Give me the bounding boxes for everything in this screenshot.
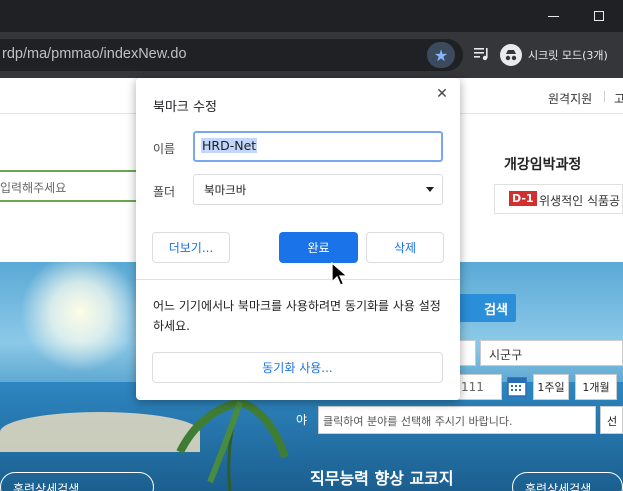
detail-search-label-right: 훈련상세검색: [525, 482, 592, 491]
district-select[interactable]: 시군구: [480, 340, 623, 366]
incognito-icon: [500, 44, 522, 66]
folder-select[interactable]: 북마크바: [193, 174, 443, 205]
search-placeholder: 입력해주세요: [0, 181, 67, 195]
field-select-button[interactable]: 선: [600, 406, 623, 434]
close-icon[interactable]: ✕: [432, 84, 452, 104]
url-text[interactable]: rdp/ma/pmmao/indexNew.do: [2, 46, 187, 62]
more-button[interactable]: 더보기...: [152, 232, 230, 263]
field-label: 야: [296, 413, 308, 427]
remote-support-link[interactable]: 원격지원: [548, 90, 592, 107]
minimize-icon: [547, 15, 559, 17]
folder-label: 폴더: [153, 185, 176, 199]
bookmark-name-input[interactable]: HRD-Net: [193, 131, 443, 162]
maximize-icon: [594, 11, 604, 21]
nav-link-partial[interactable]: 고: [614, 90, 623, 107]
upcoming-courses-title: 개강임박과정: [504, 157, 582, 173]
field-placeholder: 클릭하여 분야를 선택해 주시기 바랍니다.: [323, 415, 513, 428]
done-button[interactable]: 완료: [279, 232, 358, 263]
detail-search-button-left[interactable]: 훈련상세검색: [0, 472, 154, 491]
name-label: 이름: [153, 142, 176, 156]
mouse-cursor-icon: [331, 262, 349, 286]
incognito-indicator[interactable]: 시크릿 모드(3개): [500, 40, 608, 70]
upcoming-course-name: 위생적인 식품공: [539, 194, 621, 208]
folder-select-value: 북마크바: [204, 183, 247, 197]
dialog-title: 북마크 수정: [153, 100, 217, 115]
title-bar: [0, 0, 623, 32]
sync-message: 어느 기기에서나 북마크를 사용하려면 동기화를 사용 설정하세요.: [153, 299, 441, 333]
star-icon: ★: [433, 45, 449, 65]
one-month-button[interactable]: 1개월: [575, 374, 617, 400]
field-select-input[interactable]: 클릭하여 분야를 선택해 주시기 바랍니다.: [318, 406, 596, 434]
address-bar[interactable]: rdp/ma/pmmao/indexNew.do ★: [0, 39, 463, 71]
banner-headline: 직무능력 향상 교코지: [310, 469, 454, 488]
calendar-icon[interactable]: [507, 375, 527, 397]
browser-toolbar: rdp/ma/pmmao/indexNew.do ★ 시크릿 모드(3개): [0, 32, 623, 78]
delete-button[interactable]: 삭제: [366, 232, 444, 263]
detail-search-button-right[interactable]: 훈련상세검색: [512, 472, 623, 491]
chevron-down-icon: [426, 187, 434, 192]
dday-badge: D-1: [509, 191, 537, 206]
course-search-input[interactable]: 입력해주세요: [0, 170, 138, 202]
nav-divider: [604, 91, 605, 102]
bookmark-edit-dialog: 북마크 수정 ✕ 이름 HRD-Net 폴더 북마크바 더보기... 완료 삭제…: [136, 78, 460, 400]
media-control-icon[interactable]: [472, 44, 492, 64]
minimize-button[interactable]: [530, 0, 576, 32]
district-select-value: 시군구: [489, 348, 523, 362]
bookmark-star-button[interactable]: ★: [427, 42, 455, 68]
incognito-label: 시크릿 모드(3개): [528, 49, 608, 62]
one-week-button[interactable]: 1주일: [533, 374, 569, 400]
detail-search-label-left: 훈련상세검색: [13, 482, 80, 491]
enable-sync-button[interactable]: 동기화 사용...: [152, 352, 443, 383]
date-input-value: 111: [461, 380, 484, 394]
dialog-divider: [136, 279, 460, 280]
upcoming-course-item[interactable]: D-1 위생적인 식품공: [494, 184, 623, 214]
bookmark-name-value: HRD-Net: [201, 138, 258, 153]
sun-graphic: [20, 262, 140, 372]
search-button[interactable]: 검색: [456, 294, 516, 322]
date-input[interactable]: 111: [456, 374, 502, 400]
maximize-button[interactable]: [576, 0, 622, 32]
